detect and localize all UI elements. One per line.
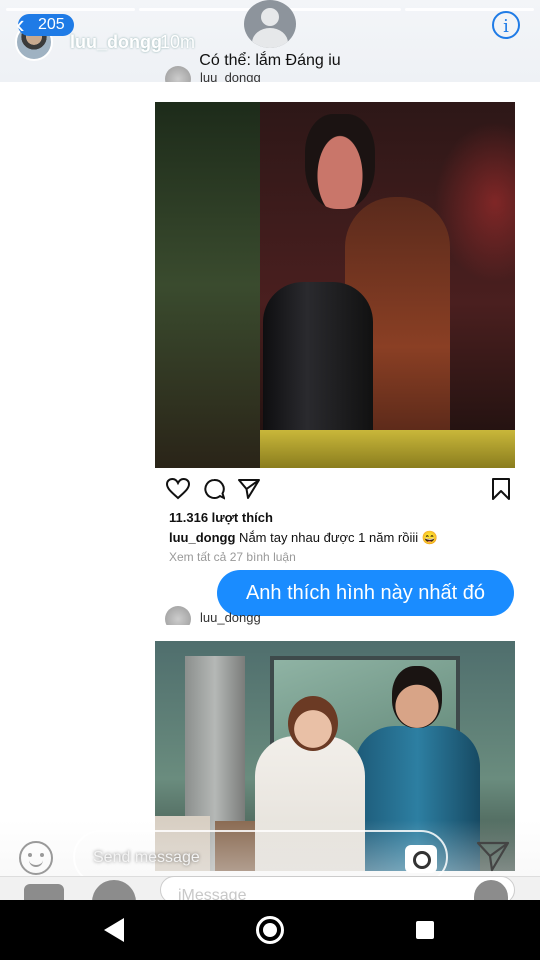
post-photo[interactable] [155, 102, 515, 468]
send-icon[interactable] [476, 840, 510, 872]
imessage-camera-icon[interactable] [24, 884, 64, 900]
heart-icon[interactable] [166, 478, 190, 500]
send-message-placeholder: Send message [93, 849, 200, 866]
story-time: 10m [160, 32, 196, 52]
recent-apps-square-icon[interactable] [416, 921, 434, 939]
caption-text: Nắm tay nhau được 1 năm rồiii 😄 [235, 530, 438, 545]
emoji-icon[interactable] [19, 841, 53, 875]
caption-username[interactable]: luu_dongg [169, 530, 235, 545]
photo-figure-head [288, 696, 338, 751]
contact-avatar[interactable] [244, 0, 296, 48]
story-username[interactable]: luu_dongg [70, 32, 162, 53]
comment-icon[interactable] [203, 478, 225, 500]
photo-figure-head [392, 666, 442, 728]
header-overlap-cover [0, 82, 540, 94]
photo-figure-head [305, 114, 375, 209]
story-progress-segment [6, 8, 135, 11]
story-progress-segment [405, 8, 534, 11]
avatar-shoulder-shape [252, 28, 288, 48]
view-all-comments-link[interactable]: Xem tất cả 27 bình luận [169, 550, 296, 564]
likes-count[interactable]: 11.316 lượt thích [169, 510, 273, 525]
avatar-head-shape [261, 8, 279, 26]
info-icon[interactable]: i [492, 11, 520, 39]
sent-message-bubble[interactable]: Anh thích hình này nhất đó [217, 570, 514, 616]
author-overlap-cover [150, 625, 520, 641]
camera-icon[interactable] [405, 845, 437, 873]
story-subtitle: Có thể: lắm Đáng iu [199, 52, 341, 69]
bookmark-icon[interactable] [491, 477, 511, 501]
post-author-name[interactable]: luu_dongg [200, 610, 261, 625]
share-icon[interactable] [237, 478, 261, 500]
back-chevron-icon[interactable]: ‹ [16, 11, 38, 38]
photo-background-left [155, 102, 260, 468]
home-circle-icon[interactable] [256, 916, 284, 944]
back-triangle-icon[interactable] [104, 918, 124, 942]
post-caption: luu_dongg Nắm tay nhau được 1 năm rồiii … [169, 530, 438, 546]
photo-foreground-ledge [260, 430, 515, 468]
